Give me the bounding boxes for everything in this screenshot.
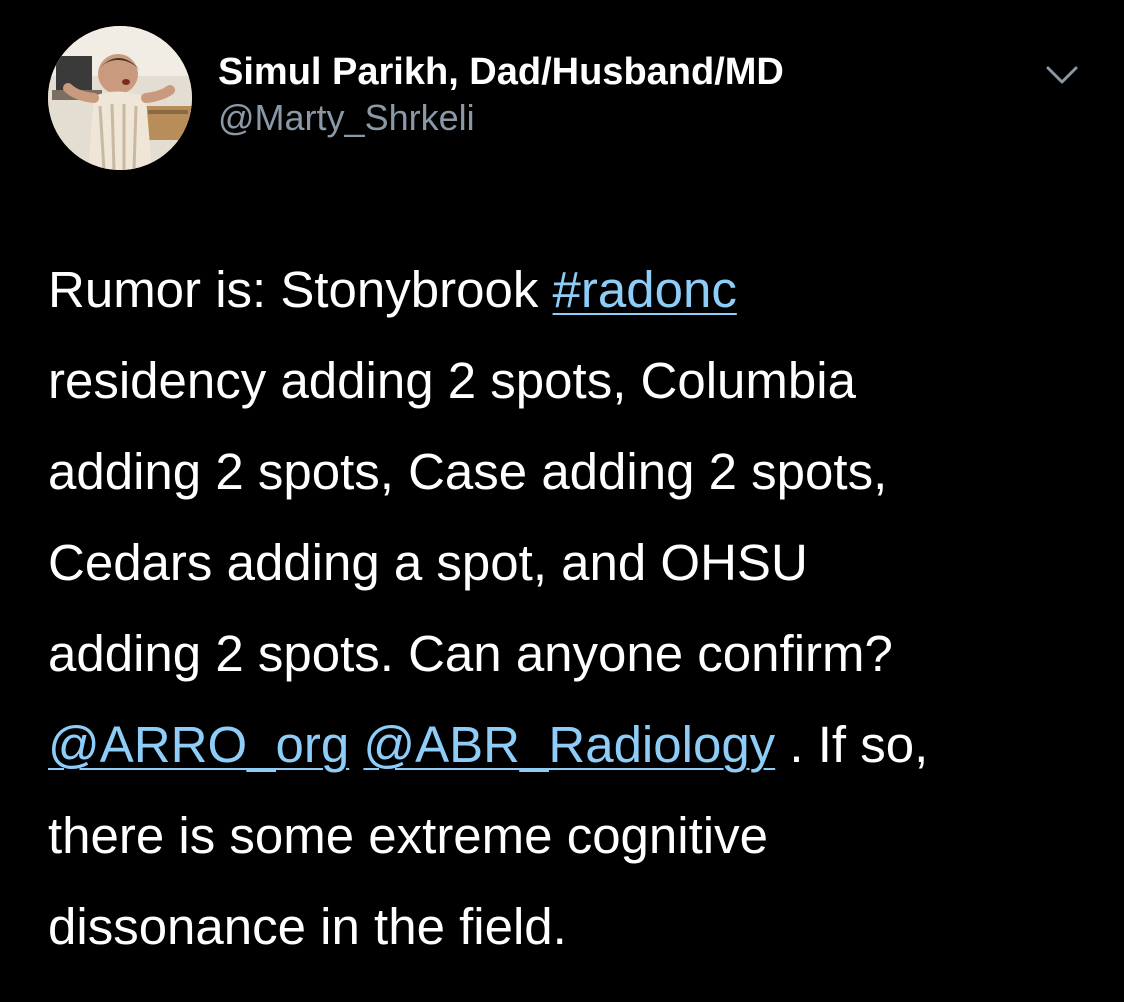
avatar[interactable] xyxy=(48,26,192,170)
author-info: Simul Parikh, Dad/Husband/MD @Marty_Shrk… xyxy=(218,50,784,140)
tweet-line: adding 2 spots. Can anyone confirm? xyxy=(48,625,893,682)
tweet-line: @ARRO_org @ABR_Radiology . If so, xyxy=(48,699,1088,790)
mention-link-abr[interactable]: @ABR_Radiology xyxy=(363,716,775,773)
tweet-text-segment: . If so, xyxy=(775,716,929,773)
handle[interactable]: @Marty_Shrkeli xyxy=(218,96,784,140)
tweet-line: Cedars adding a spot, and OHSU xyxy=(48,534,808,591)
tweet-line: there is some extreme cognitive xyxy=(48,807,768,864)
tweet-card: Simul Parikh, Dad/Husband/MD @Marty_Shrk… xyxy=(0,0,1124,1002)
avatar-photo-icon xyxy=(48,26,192,170)
tweet-line: residency adding 2 spots, Columbia xyxy=(48,352,856,409)
chevron-down-icon xyxy=(1046,66,1078,84)
tweet-line: adding 2 spots, Case adding 2 spots, xyxy=(48,443,888,500)
tweet-text-segment: Rumor is: Stonybrook xyxy=(48,261,553,318)
hashtag-link[interactable]: #radonc xyxy=(553,261,737,318)
mention-link-arro[interactable]: @ARRO_org xyxy=(48,716,349,773)
tweet-body: Rumor is: Stonybrook #radonc residency a… xyxy=(48,244,1088,972)
tweet-menu-button[interactable] xyxy=(1040,60,1084,92)
tweet-line: Rumor is: Stonybrook #radonc xyxy=(48,244,1088,335)
display-name[interactable]: Simul Parikh, Dad/Husband/MD xyxy=(218,50,784,94)
tweet-line: dissonance in the field. xyxy=(48,898,567,955)
